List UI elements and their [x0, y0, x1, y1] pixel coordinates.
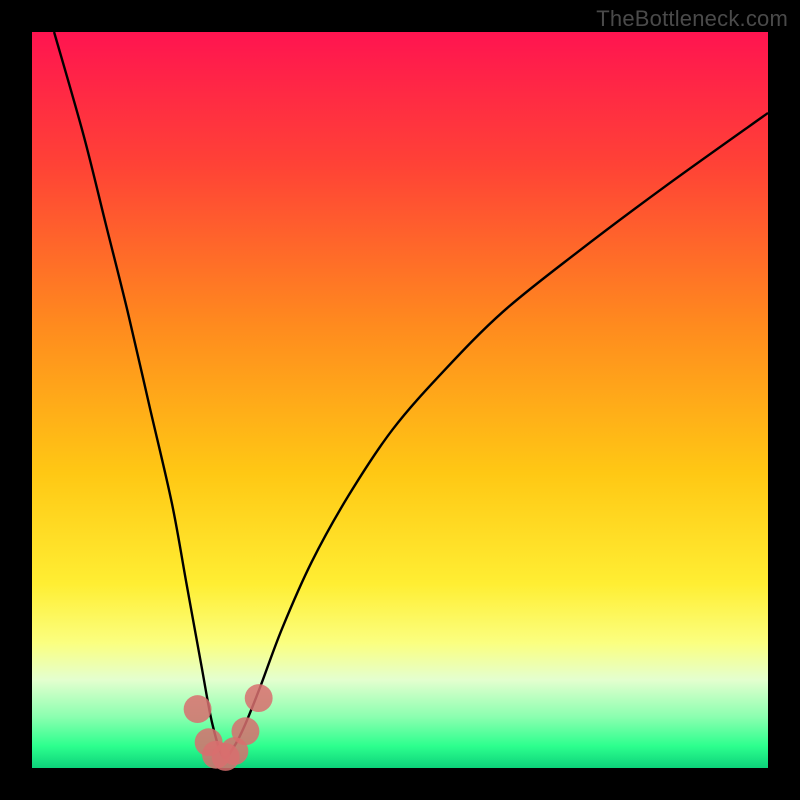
- outer-frame: TheBottleneck.com: [0, 0, 800, 800]
- curve-marker: [245, 684, 273, 712]
- watermark-text: TheBottleneck.com: [596, 6, 788, 32]
- bottleneck-curve: [54, 32, 768, 758]
- chart-svg: [32, 32, 768, 768]
- curve-marker: [184, 695, 212, 723]
- chart-plot-area: [32, 32, 768, 768]
- curve-marker: [232, 717, 260, 745]
